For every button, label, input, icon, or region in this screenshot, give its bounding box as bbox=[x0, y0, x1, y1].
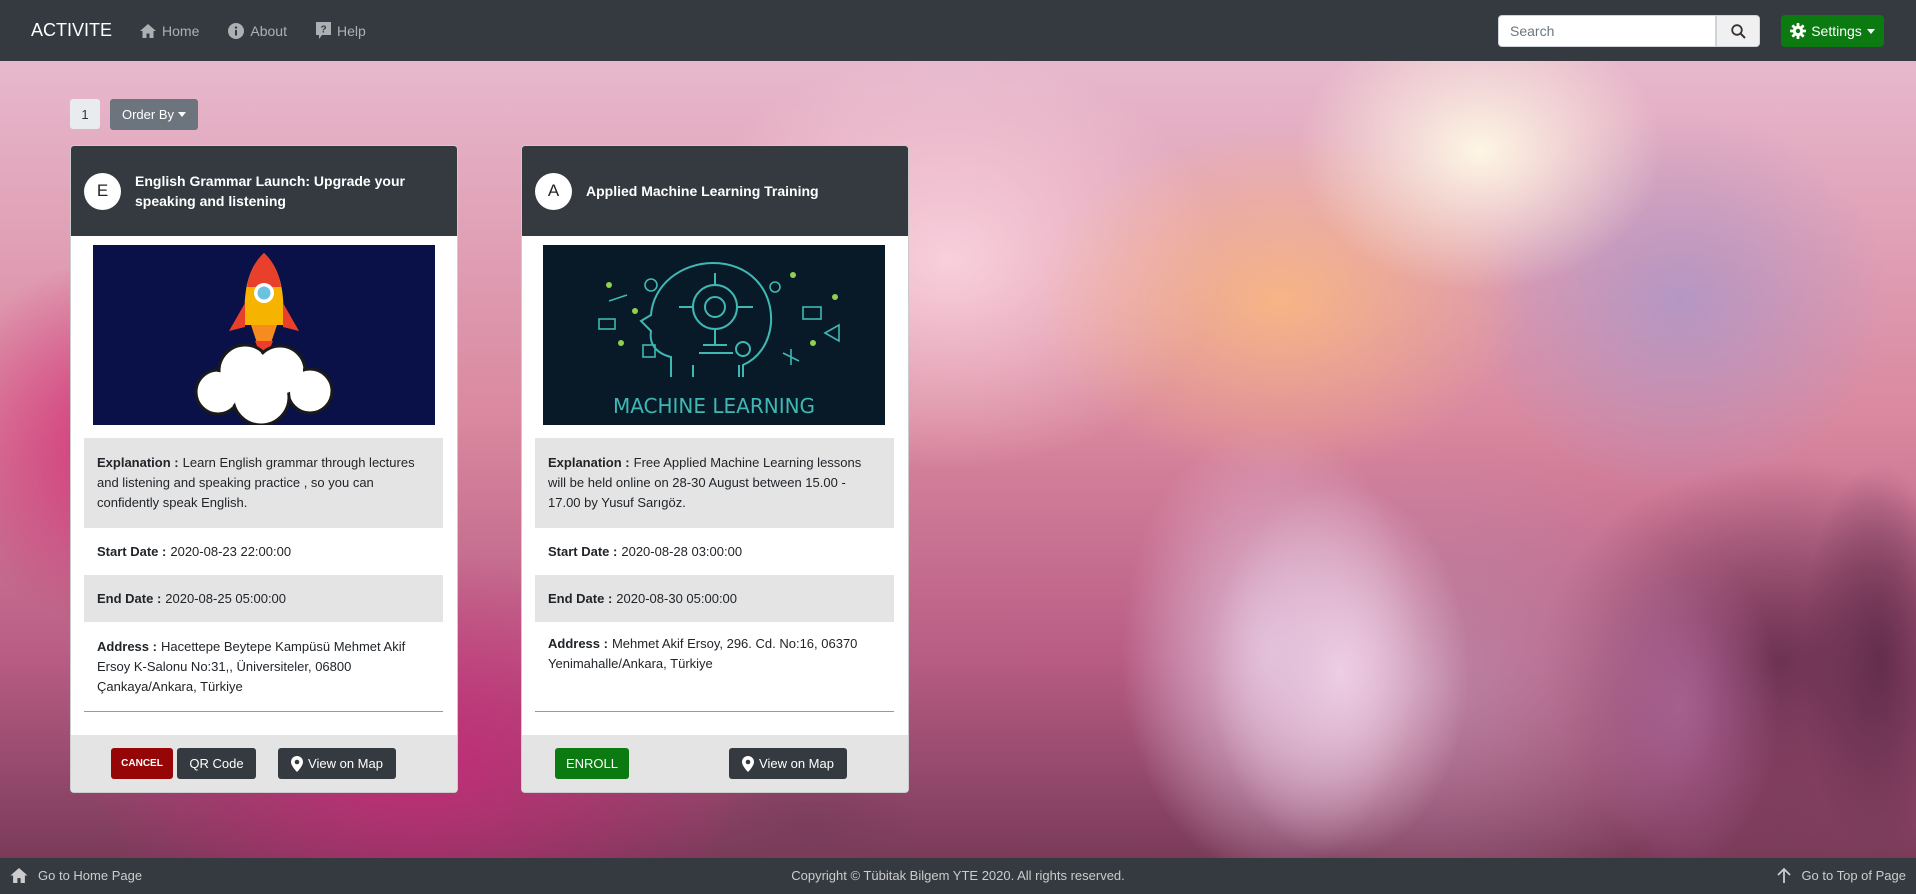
avatar: A bbox=[535, 172, 572, 210]
search-input[interactable] bbox=[1498, 15, 1716, 47]
home-icon bbox=[140, 23, 157, 38]
view-on-map-button[interactable]: View on Map bbox=[278, 748, 396, 779]
go-top-label: Go to Top of Page bbox=[1801, 868, 1906, 883]
qr-code-button[interactable]: QR Code bbox=[177, 748, 256, 779]
nav-about[interactable]: About bbox=[228, 22, 287, 39]
address-label: Address : bbox=[97, 638, 157, 654]
nav-about-label: About bbox=[250, 22, 287, 39]
view-on-map-label: View on Map bbox=[308, 756, 383, 771]
go-top-link[interactable]: Go to Top of Page bbox=[1777, 868, 1906, 883]
map-marker-icon bbox=[291, 755, 304, 772]
map-marker-icon bbox=[742, 755, 755, 772]
event-card-machine-learning: A Applied Machine Learning Training MACH… bbox=[521, 145, 909, 793]
caret-down-icon bbox=[1866, 28, 1875, 34]
start-date-label: Start Date : bbox=[97, 543, 167, 559]
view-on-map-label: View on Map bbox=[759, 756, 834, 771]
address-row: Address : Hacettepe Beytepe Kampüsü Mehme… bbox=[84, 622, 443, 711]
start-date-value: 2020-08-23 22:00:00 bbox=[170, 543, 292, 559]
card-title: English Grammar Launch: Upgrade your spe… bbox=[135, 173, 405, 209]
nav-home[interactable]: Home bbox=[140, 23, 199, 39]
gear-icon bbox=[1790, 23, 1807, 39]
order-by-label: Order By bbox=[121, 107, 174, 122]
nav-home-label: Home bbox=[162, 22, 200, 39]
card-title: Applied Machine Learning Training bbox=[586, 183, 819, 199]
search-icon bbox=[1730, 23, 1746, 39]
nav-help[interactable]: ? Help bbox=[315, 22, 366, 39]
caret-down-icon bbox=[178, 112, 186, 117]
brand-logo[interactable]: ACTIVITE bbox=[31, 20, 112, 41]
address-label: Address : bbox=[548, 636, 608, 651]
enroll-button[interactable]: ENROLL bbox=[555, 748, 629, 779]
arrow-up-icon bbox=[1777, 868, 1792, 883]
explanation-label: Explanation : bbox=[97, 455, 179, 470]
event-info-list: Explanation : Learn English grammar throu… bbox=[84, 438, 443, 712]
cancel-button[interactable]: CANCEL bbox=[111, 748, 173, 779]
settings-label: Settings bbox=[1811, 23, 1862, 39]
machine-learning-head-icon: MACHINE LEARNING bbox=[543, 245, 885, 425]
end-date-label: End Date : bbox=[97, 590, 162, 606]
start-date-label: Start Date : bbox=[548, 543, 618, 559]
event-image-rocket bbox=[93, 245, 435, 425]
explanation-row: Explanation : Learn English grammar throu… bbox=[84, 438, 443, 528]
address-row: Address : Mehmet Akif Ersoy, 296. Cd. No:… bbox=[535, 622, 894, 711]
footer: Go to Home Page Copyright © Tübitak Bilg… bbox=[0, 858, 1916, 894]
event-info-list: Explanation : Free Applied Machine Learni… bbox=[535, 438, 894, 712]
question-icon: ? bbox=[315, 22, 331, 39]
avatar: E bbox=[84, 172, 121, 210]
svg-text:?: ? bbox=[320, 25, 326, 36]
page-number[interactable]: 1 bbox=[70, 99, 100, 129]
end-date-value: 2020-08-30 05:00:00 bbox=[616, 590, 738, 606]
start-date-row: Start Date :2020-08-23 22:00:00 bbox=[84, 528, 443, 575]
rocket-icon bbox=[93, 245, 435, 425]
view-on-map-button[interactable]: View on Map bbox=[729, 748, 847, 779]
copyright-text: Copyright © Tübitak Bilgem YTE 2020. All… bbox=[791, 868, 1125, 883]
card-header: A Applied Machine Learning Training bbox=[522, 146, 908, 236]
settings-button[interactable]: Settings bbox=[1781, 15, 1884, 47]
nav-help-label: Help bbox=[336, 22, 366, 39]
end-date-value: 2020-08-25 05:00:00 bbox=[165, 590, 287, 606]
search-button[interactable] bbox=[1716, 15, 1760, 47]
event-image-machine-learning: MACHINE LEARNING bbox=[543, 245, 885, 425]
event-card-english-grammar: E English Grammar Launch: Upgrade your s… bbox=[70, 145, 458, 793]
end-date-row: End Date :2020-08-30 05:00:00 bbox=[535, 575, 894, 622]
image-caption: MACHINE LEARNING bbox=[613, 394, 815, 418]
explanation-label: Explanation : bbox=[548, 455, 630, 470]
order-by-button[interactable]: Order By bbox=[110, 99, 198, 130]
info-icon bbox=[228, 22, 245, 39]
explanation-row: Explanation : Free Applied Machine Learni… bbox=[535, 438, 894, 528]
start-date-row: Start Date :2020-08-28 03:00:00 bbox=[535, 528, 894, 575]
end-date-row: End Date :2020-08-25 05:00:00 bbox=[84, 575, 443, 622]
card-header: E English Grammar Launch: Upgrade your s… bbox=[71, 146, 457, 236]
start-date-value: 2020-08-28 03:00:00 bbox=[621, 543, 743, 559]
end-date-label: End Date : bbox=[548, 590, 613, 606]
